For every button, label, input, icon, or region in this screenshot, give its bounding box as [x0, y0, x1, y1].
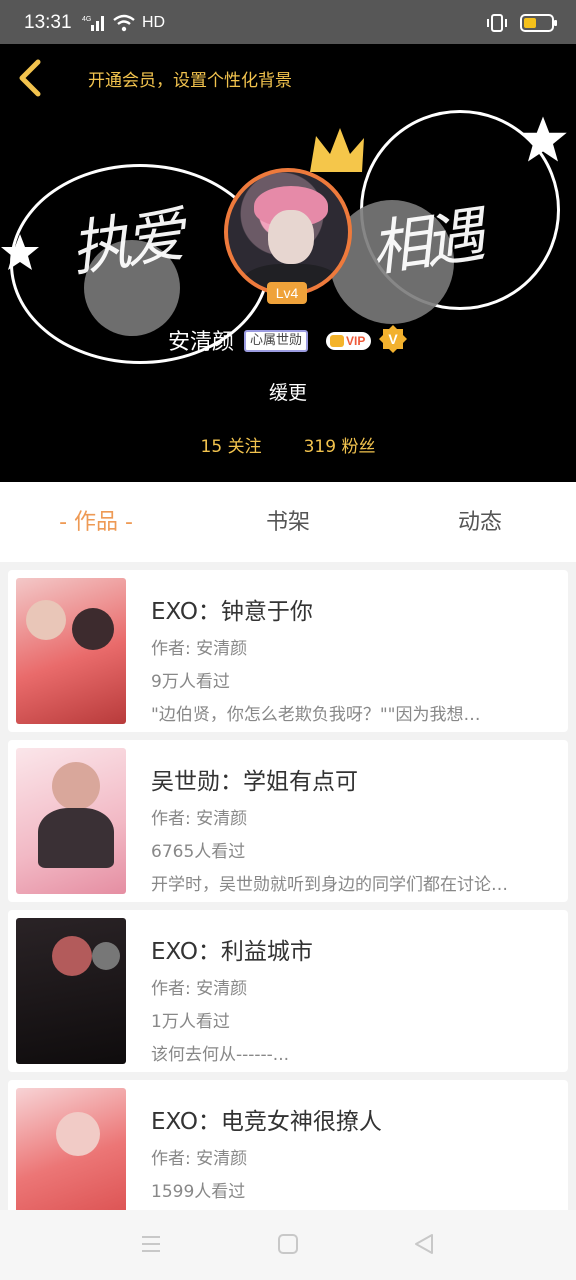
vip-promo-link[interactable]: 开通会员，设置个性化背景	[88, 66, 292, 91]
menu-icon[interactable]	[140, 1233, 162, 1255]
book-list: EXO：钟意于你 作者: 安清颜 9万人看过 "边伯贤，你怎么老欺负我呀？""因…	[8, 570, 568, 1250]
book-views: 1599人看过	[151, 1182, 246, 1202]
username: 安清颜	[168, 330, 235, 355]
book-author: 作者: 安清颜	[151, 1149, 248, 1169]
book-views: 9万人看过	[151, 672, 230, 692]
vip-label: VIP	[346, 334, 366, 348]
status-bar: 13:31 4G HD	[0, 0, 576, 44]
star-icon	[1, 234, 39, 270]
following-count[interactable]: 15 关注	[201, 432, 262, 457]
tab-moments[interactable]: 动态	[384, 482, 576, 562]
profile-header: 开通会员，设置个性化背景 执爱 相遇 Lv4 安清颜 心属世勋 VIP V 缓更…	[0, 44, 576, 482]
fan-badge: 心属世勋	[244, 330, 309, 352]
book-cover	[16, 748, 126, 894]
level-badge: Lv4	[267, 282, 307, 304]
star-icon	[519, 116, 567, 162]
book-cover	[16, 578, 126, 724]
back-arrow-icon[interactable]	[14, 58, 50, 98]
book-description: "边伯贤，你怎么老欺负我呀？""因为我想…	[151, 705, 481, 725]
vip-badge: VIP	[326, 332, 372, 350]
calligraphy-left: 执爱	[66, 200, 184, 286]
book-card[interactable]: EXO：钟意于你 作者: 安清颜 9万人看过 "边伯贤，你怎么老欺负我呀？""因…	[8, 570, 568, 732]
book-title: EXO：钟意于你	[151, 599, 313, 625]
crown-icon	[310, 128, 364, 172]
profile-tabs: - 作品 - 书架 动态	[0, 482, 576, 562]
tab-works[interactable]: - 作品 -	[0, 482, 192, 562]
book-card[interactable]: 吴世勋：学姐有点可 作者: 安清颜 6765人看过 开学时，吴世勋就听到身边的同…	[8, 740, 568, 902]
book-views: 6765人看过	[151, 842, 246, 862]
svg-text:V: V	[388, 331, 398, 347]
book-title: EXO：利益城市	[151, 939, 313, 965]
book-author: 作者: 安清颜	[151, 979, 248, 999]
back-icon[interactable]	[413, 1233, 435, 1255]
book-author: 作者: 安清颜	[151, 809, 248, 829]
tab-bookshelf[interactable]: 书架	[192, 482, 384, 562]
battery-icon	[520, 14, 557, 32]
profile-stats: 15 关注 319 粉丝	[0, 432, 576, 457]
book-description: 开学时，吴世勋就听到身边的同学们都在讨论…	[151, 875, 508, 895]
wifi-icon	[113, 14, 135, 32]
vibrate-icon	[487, 14, 507, 32]
signal-icon: 4G	[82, 16, 104, 31]
verified-badge-icon: V	[379, 325, 407, 353]
calligraphy-right: 相遇	[366, 200, 484, 286]
book-card[interactable]: EXO：利益城市 作者: 安清颜 1万人看过 该何去何从------...	[8, 910, 568, 1072]
book-author: 作者: 安清颜	[151, 639, 248, 659]
book-description: 该何去何从------...	[151, 1045, 290, 1065]
followers-count[interactable]: 319 粉丝	[304, 432, 376, 457]
profile-signature: 缓更	[268, 382, 307, 404]
status-time: 13:31	[24, 12, 72, 33]
book-title: EXO：电竞女神很撩人	[151, 1109, 382, 1135]
avatar[interactable]	[224, 168, 352, 296]
home-icon[interactable]	[277, 1233, 299, 1255]
hd-label: HD	[142, 14, 166, 31]
book-title: 吴世勋：学姐有点可	[151, 769, 358, 795]
network-indicators: 4G HD	[82, 14, 165, 32]
book-cover	[16, 918, 126, 1064]
network-type: 4G	[82, 16, 91, 23]
vip-crown-icon	[330, 335, 344, 347]
book-views: 1万人看过	[151, 1012, 230, 1032]
system-nav-bar	[0, 1210, 576, 1280]
